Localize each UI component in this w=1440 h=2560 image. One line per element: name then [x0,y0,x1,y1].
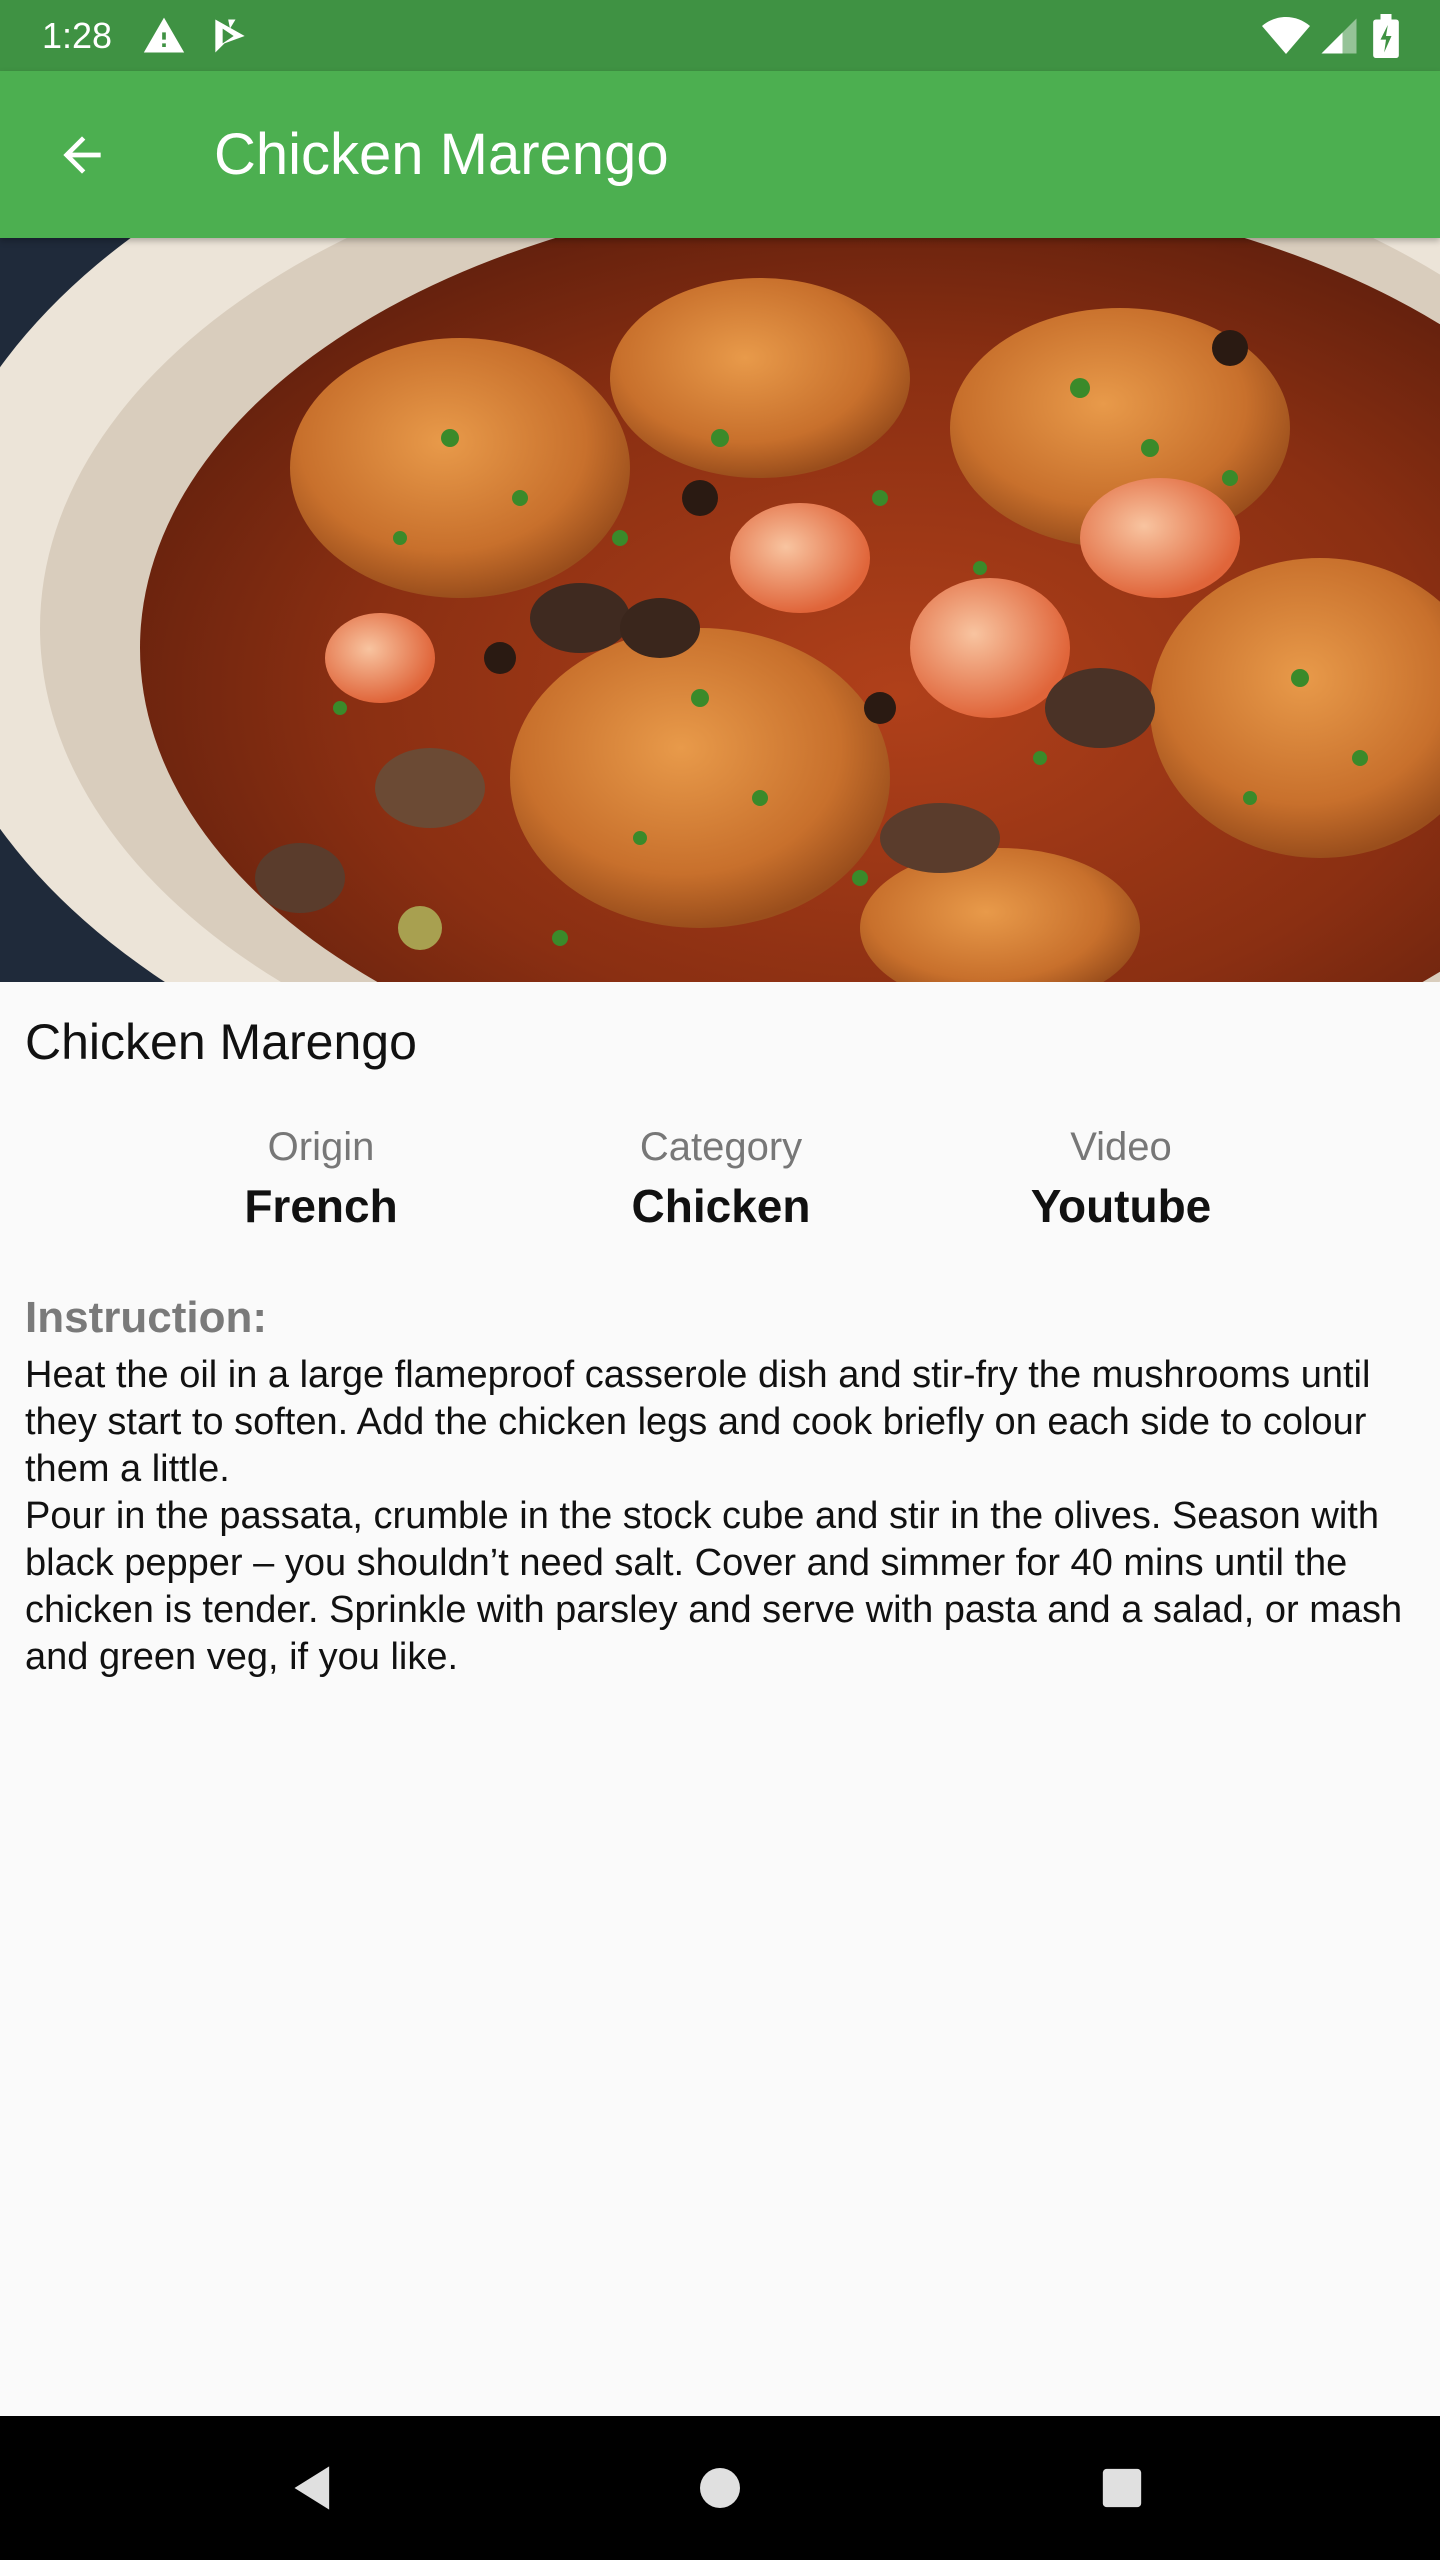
status-time: 1:28 [42,15,113,56]
video-label: Video [1070,1125,1172,1169]
video-info[interactable]: Video Youtube [971,1122,1271,1236]
origin-label: Origin [267,1125,375,1169]
recents-square-icon [1102,2468,1142,2508]
back-triangle-icon [294,2466,330,2510]
video-link[interactable]: Youtube [971,1176,1271,1236]
battery-icon [1373,14,1399,58]
instruction-text: Heat the oil in a large flameproof casse… [25,1352,1425,1681]
nav-home-button[interactable] [670,2438,770,2538]
instruction-paragraph: Heat the oil in a large flameproof casse… [25,1354,1371,1490]
category-value: Chicken [631,1180,811,1232]
category-label: Category [639,1125,803,1169]
page-title: Chicken Marengo [214,122,669,187]
meal-name: Chicken Marengo [25,1014,417,1070]
home-circle-icon [700,2468,740,2508]
alert-icon [143,17,185,53]
app-bar: Chicken Marengo [0,71,1440,238]
nav-recents-button[interactable] [1072,2438,1172,2538]
instruction-heading: Instruction: [25,1293,267,1342]
instruction-paragraph: Pour in the passata, crumble in the stoc… [25,1495,1403,1678]
navigation-bar [0,2416,1440,2560]
back-button[interactable] [38,111,126,199]
nav-back-button[interactable] [264,2438,364,2538]
status-bar: 1:28 [0,0,1440,71]
wifi-icon [1262,17,1310,54]
category-info: Category Chicken [571,1122,871,1236]
meal-image [0,238,1440,982]
play-store-icon [215,19,245,53]
origin-info: Origin French [171,1122,471,1236]
origin-value: French [244,1180,398,1232]
signal-icon [1321,18,1357,54]
arrow-back-icon [63,136,101,174]
meal-photo [0,238,1440,982]
